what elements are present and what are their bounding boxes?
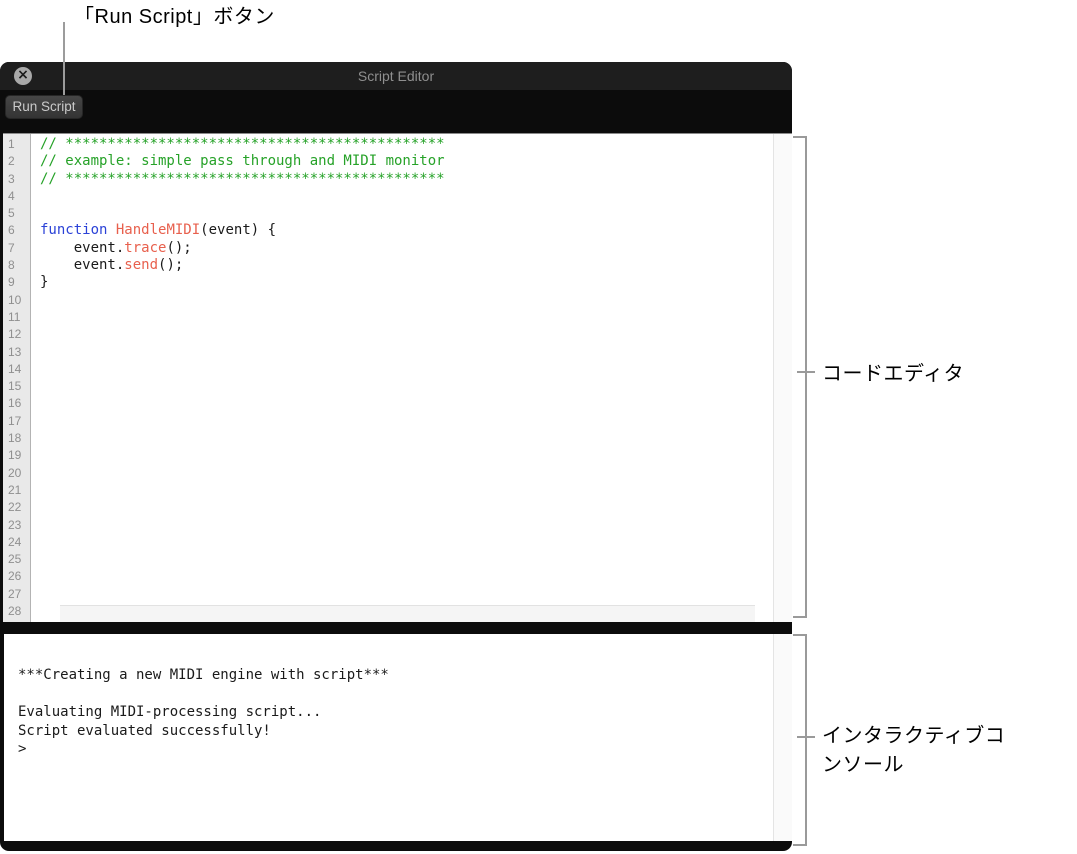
line-number: 10 [8,292,22,307]
line-number: 20 [8,465,22,480]
line-number: 19 [8,448,22,463]
code-line: event.trace(); [40,239,192,256]
line-number: 13 [8,344,22,359]
code-line: // example: simple pass through and MIDI… [40,153,445,170]
line-number: 16 [8,396,22,411]
line-number: 25 [8,552,22,567]
code-lines: // *************************************… [40,136,773,620]
code-line: } [40,274,49,291]
line-number: 11 [8,309,21,324]
line-number: 22 [8,500,22,515]
editor-horizontal-scrollbar[interactable] [60,605,755,622]
console-bracket-top-cap [793,634,807,636]
window-title: Script Editor [357,68,435,84]
close-button[interactable]: × [14,67,32,85]
line-number: 18 [8,431,22,446]
line-number-gutter: 1 2 3 4 5 6 7 8 9 10 11 12 13 14 15 16 17 18 19 20 21 22 23 24 2… [3,134,31,622]
line-number: 15 [8,379,22,394]
code-editor-bracket-bottom-cap [793,616,807,618]
line-number: 7 [8,240,15,255]
line-number: 4 [8,188,15,203]
console-vertical-scrollbar[interactable] [773,634,792,841]
line-number: 21 [8,482,22,497]
console-bracket-bottom-cap [793,844,807,846]
console-bracket-line [805,634,807,846]
line-number: 1 [8,137,15,151]
code-line: function HandleMIDI(event) { [40,222,277,239]
code-line: // *************************************… [40,136,445,152]
console-callout-label: インタラクティブコンソール [822,725,1006,776]
line-number: 26 [8,569,22,584]
console-output[interactable]: ***Creating a new MIDI engine with scrip… [4,634,773,841]
line-number: 2 [8,154,15,169]
line-number: 5 [8,206,15,221]
line-number: 27 [8,586,22,601]
code-line: event.send(); [40,257,184,274]
code-editor-pane: 1 2 3 4 5 6 7 8 9 10 11 12 13 14 15 16 17 18 19 20 21 22 23 24 2… [3,133,792,622]
window-titlebar[interactable]: × Script Editor [0,62,792,90]
run-script-button[interactable]: Run Script [5,95,83,119]
code-line: // *************************************… [40,170,445,187]
line-number: 17 [8,413,22,428]
line-number: 8 [8,258,15,273]
line-number: 12 [8,327,22,342]
run-button-callout-leader-line [63,22,65,95]
close-icon: × [17,67,29,83]
console-bracket-tick [797,736,815,738]
line-number: 24 [8,534,22,549]
interactive-console-pane: ***Creating a new MIDI engine with scrip… [4,634,792,841]
run-button-callout-label: 「Run Script」ボタン [74,6,275,28]
script-editor-window: × Script Editor Run Script 1 2 3 4 5 6 7 8 9 10 11… [0,62,792,851]
line-number: 6 [8,223,15,238]
line-number: 9 [8,275,15,290]
code-editor-callout-label: コードエディタ [822,363,965,385]
line-number: 3 [8,171,15,186]
page: 「Run Script」ボタン × Script Editor Run Scri… [0,0,1077,854]
line-number: 23 [8,517,22,532]
code-editor-bracket-tick [797,371,815,373]
code-editor-input[interactable]: // *************************************… [31,134,773,622]
line-number: 28 [8,604,22,619]
line-number: 14 [8,361,22,376]
code-editor-bracket-line [805,136,807,618]
editor-vertical-scrollbar[interactable] [773,134,792,622]
code-editor-bracket-top-cap [793,136,807,138]
